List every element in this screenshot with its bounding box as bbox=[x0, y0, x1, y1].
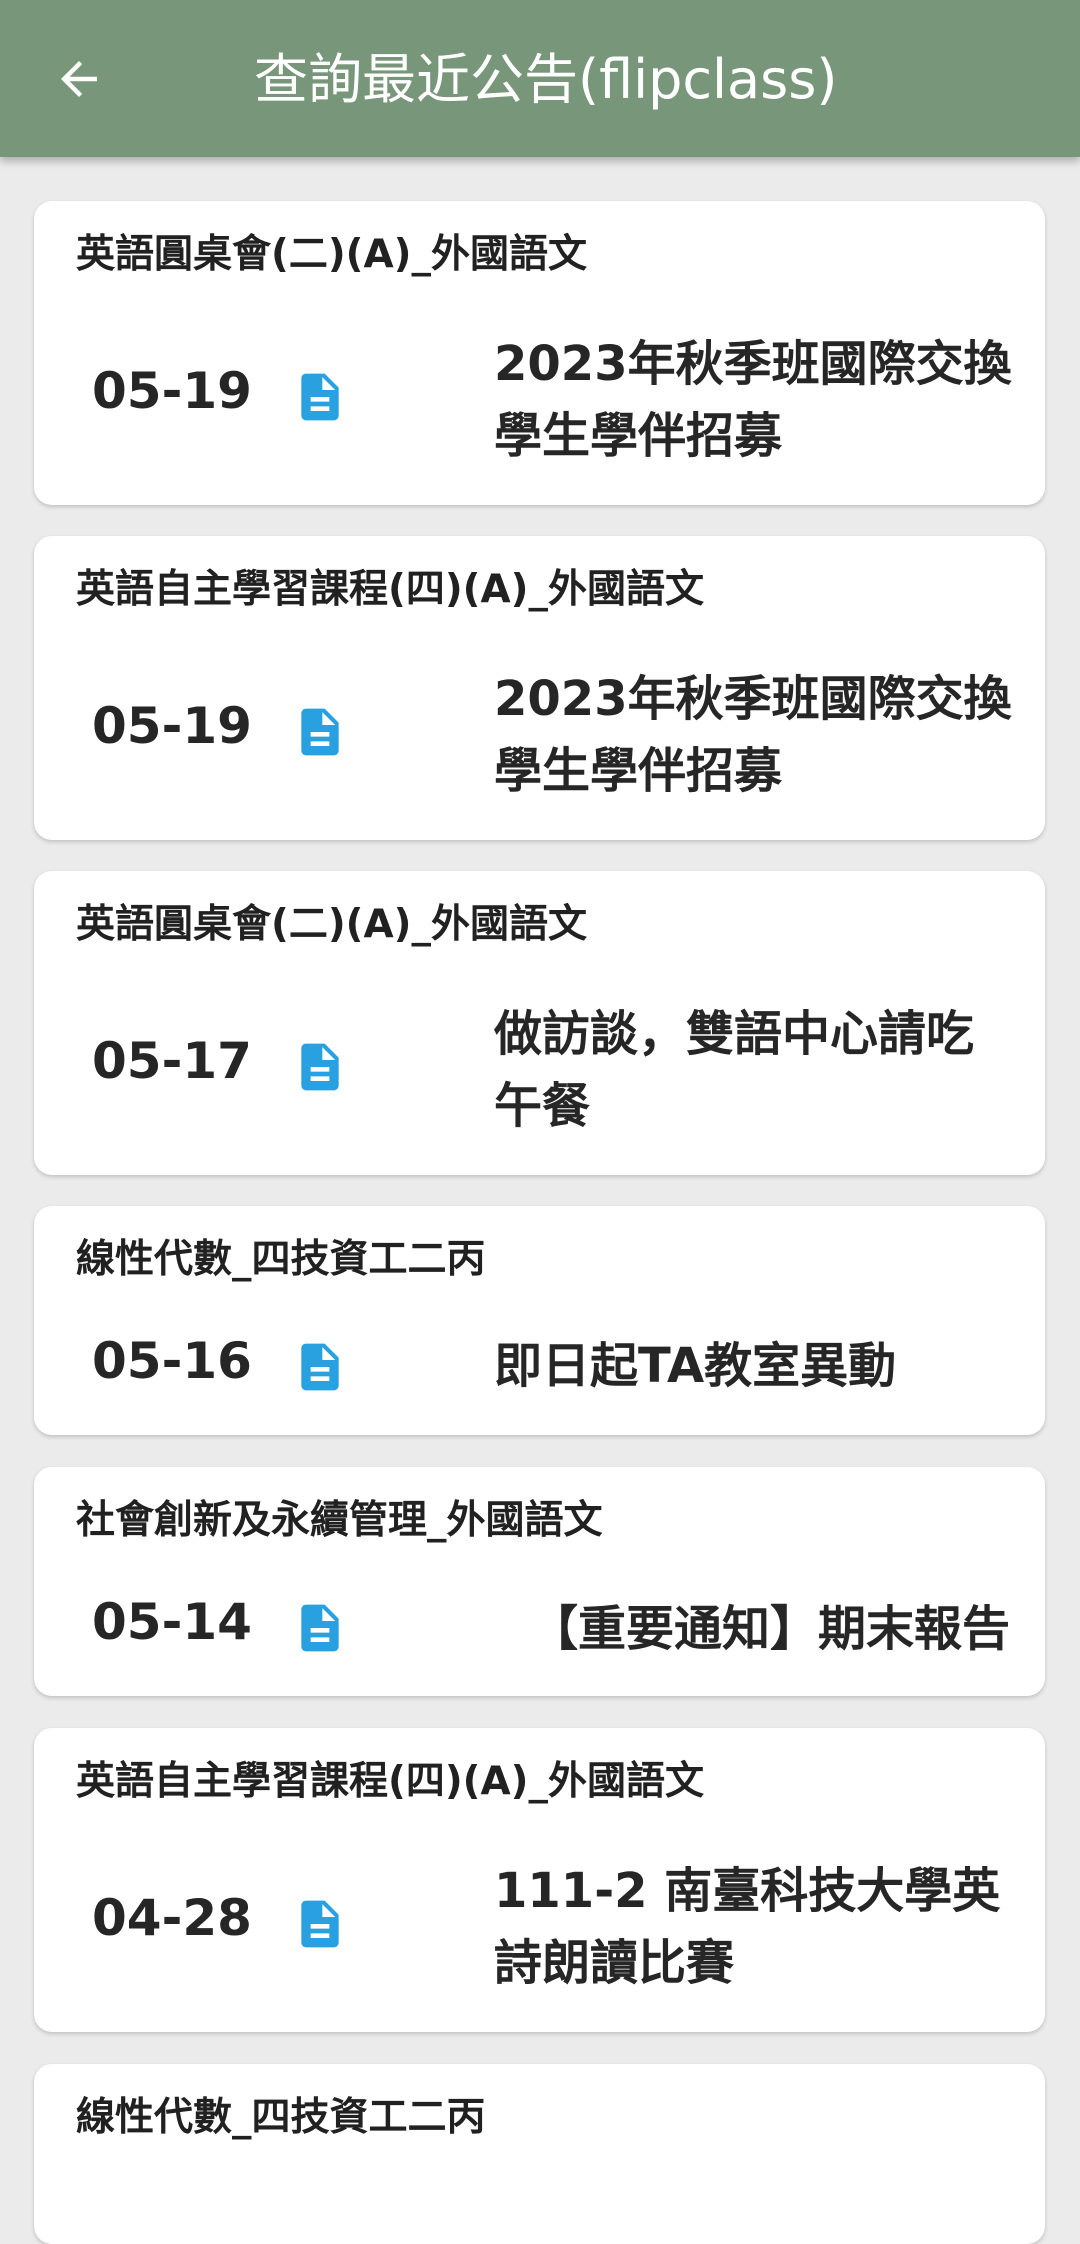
announcement-card[interactable]: 社會創新及永續管理_外國語文 05-14 【重要通知】期末報告 bbox=[34, 1467, 1045, 1696]
announcement-title: 2023年秋季班國際交換學生學伴招募 bbox=[494, 671, 1012, 799]
announcement-card[interactable]: 線性代數_四技資工二丙 bbox=[34, 2064, 1045, 2244]
announcement-card[interactable]: 英語圓桌會(二)(A)_外國語文 05-19 2023年秋季班國際交換學生學伴招… bbox=[34, 201, 1045, 505]
document-icon bbox=[301, 1900, 339, 1948]
course-name: 英語自主學習課程(四)(A)_外國語文 bbox=[76, 1759, 704, 1804]
announcement-date: 04-28 bbox=[92, 1889, 252, 1947]
arrow-left-icon bbox=[61, 61, 97, 97]
document-icon bbox=[301, 708, 339, 756]
announcement-date: 05-16 bbox=[92, 1332, 252, 1390]
course-name: 英語圓桌會(二)(A)_外國語文 bbox=[76, 902, 587, 947]
page-title: 查詢最近公告(flipclass) bbox=[254, 48, 838, 111]
course-name: 線性代數_四技資工二丙 bbox=[76, 2095, 486, 2140]
announcement-date: 05-14 bbox=[92, 1593, 252, 1651]
announcement-card[interactable]: 英語自主學習課程(四)(A)_外國語文 05-19 2023年秋季班國際交換學生… bbox=[34, 536, 1045, 840]
back-button[interactable] bbox=[38, 38, 120, 120]
announcement-card[interactable]: 英語自主學習課程(四)(A)_外國語文 04-28 111-2 南臺科技大學英詩… bbox=[34, 1728, 1045, 2032]
announcement-title: 即日起TA教室異動 bbox=[494, 1338, 897, 1394]
course-name: 英語圓桌會(二)(A)_外國語文 bbox=[76, 232, 587, 277]
document-icon bbox=[301, 1043, 339, 1091]
announcement-date: 05-19 bbox=[92, 362, 252, 420]
announcement-title: 【重要通知】期末報告 bbox=[530, 1601, 1011, 1657]
announcement-card[interactable]: 線性代數_四技資工二丙 05-16 即日起TA教室異動 bbox=[34, 1206, 1045, 1435]
announcement-date: 05-19 bbox=[92, 697, 252, 755]
announcement-title: 111-2 南臺科技大學英詩朗讀比賽 bbox=[494, 1863, 1001, 1991]
document-icon bbox=[301, 1343, 339, 1391]
announcement-list[interactable]: 英語圓桌會(二)(A)_外國語文 05-19 2023年秋季班國際交換學生學伴招… bbox=[0, 0, 1080, 2244]
document-icon bbox=[301, 373, 339, 421]
document-icon bbox=[301, 1604, 339, 1652]
app-bar: 查詢最近公告(flipclass) bbox=[0, 0, 1080, 157]
announcement-title: 2023年秋季班國際交換學生學伴招募 bbox=[494, 336, 1012, 464]
course-name: 社會創新及永續管理_外國語文 bbox=[76, 1498, 603, 1543]
announcement-card[interactable]: 英語圓桌會(二)(A)_外國語文 05-17 做訪談，雙語中心請吃午餐 bbox=[34, 871, 1045, 1175]
course-name: 英語自主學習課程(四)(A)_外國語文 bbox=[76, 567, 704, 612]
announcement-title: 做訪談，雙語中心請吃午餐 bbox=[494, 1006, 975, 1134]
course-name: 線性代數_四技資工二丙 bbox=[76, 1237, 486, 1282]
announcement-date: 05-17 bbox=[92, 1032, 252, 1090]
